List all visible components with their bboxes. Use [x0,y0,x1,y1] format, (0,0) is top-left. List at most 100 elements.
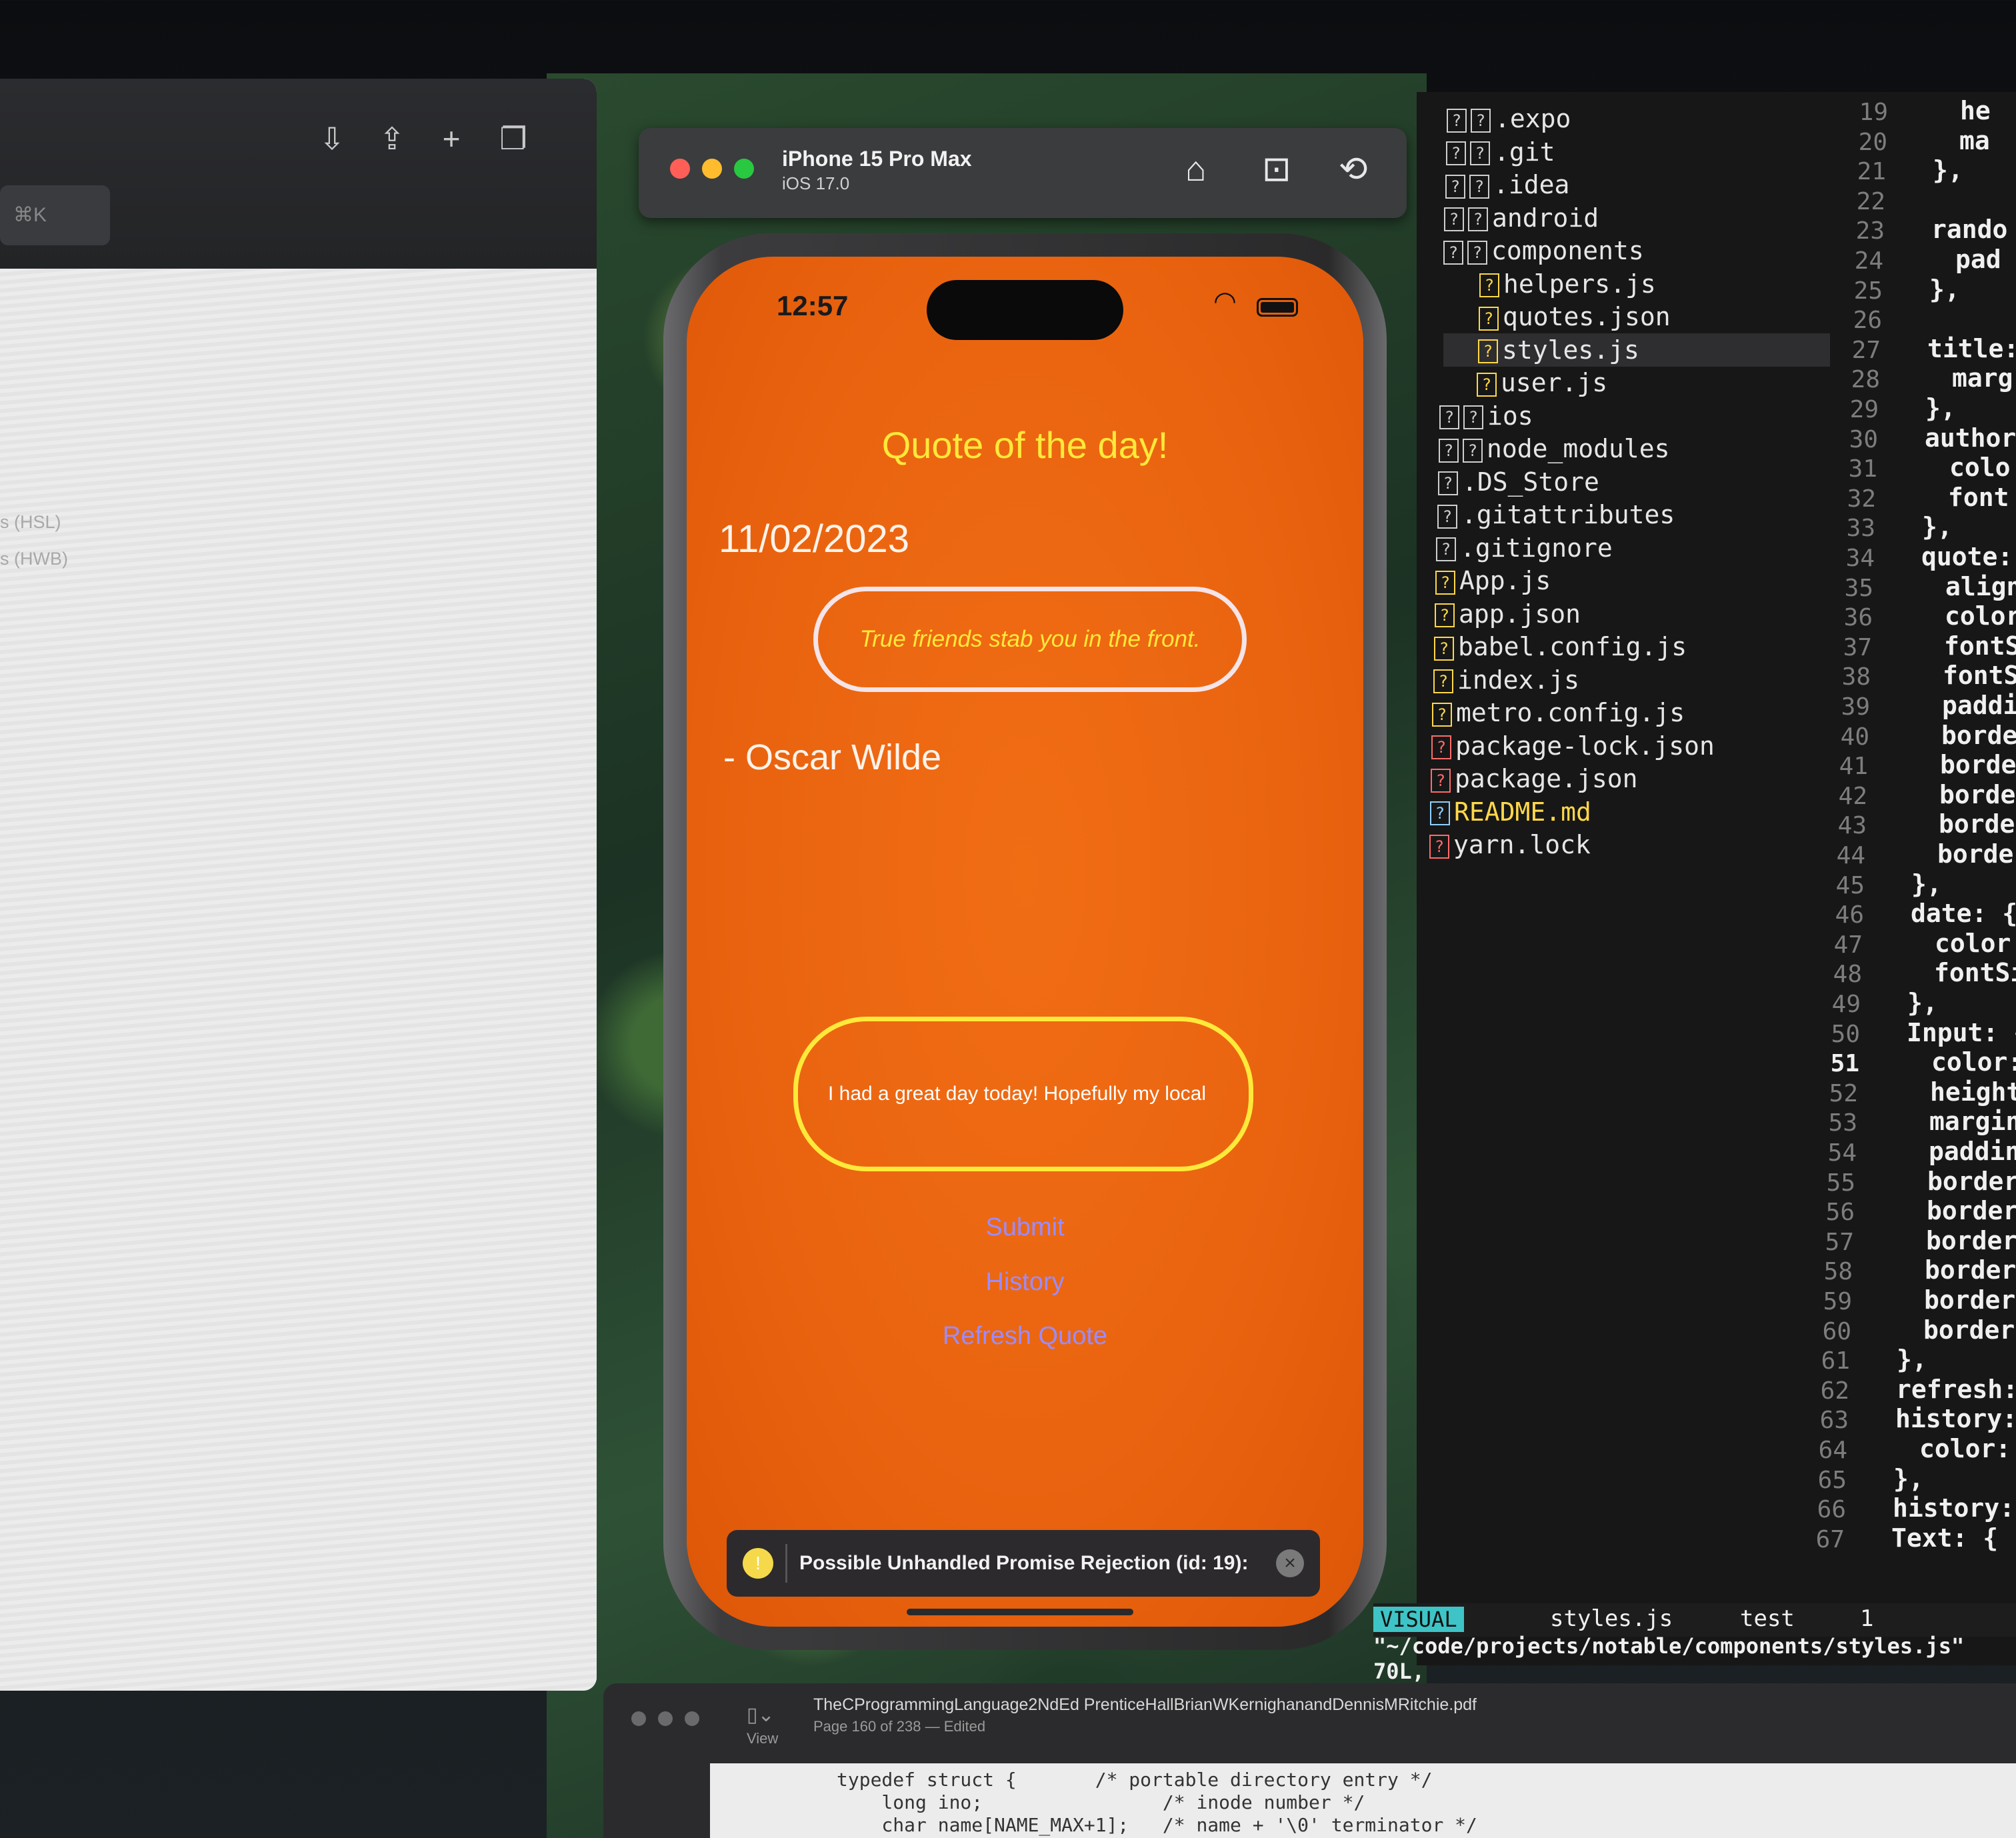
close-window-button[interactable] [670,159,690,179]
file-tree-item[interactable]: ?? components [1443,236,1644,265]
code-line[interactable]: borderl [1939,780,2016,809]
code-line[interactable]: fontSize [1934,958,2016,987]
code-line[interactable]: rando [1931,215,2007,244]
code-line[interactable]: borderColo [1924,1285,2016,1315]
zoom-window-button[interactable] [734,159,754,179]
code-line[interactable]: margin: 1 [1929,1107,2016,1136]
file-tree-item[interactable]: ? package-lock.json [1431,731,1715,761]
list-item[interactable]: s (HWB) [0,549,68,569]
code-line[interactable]: paddin [1942,691,2016,720]
code-line[interactable]: borderRig [1927,1196,2016,1225]
code-line[interactable]: history: { [1895,1404,2016,1433]
error-toast[interactable]: ! Possible Unhandled Promise Rejection (… [727,1530,1320,1597]
code-line[interactable]: }, [1897,1345,1927,1374]
share-icon[interactable]: ⇪ [372,119,412,159]
code-line[interactable]: height: 1 [1930,1077,2016,1107]
code-line[interactable]: borderLef [1927,1167,2016,1196]
code-line[interactable]: fontS [1944,631,2016,661]
code-line[interactable]: pad [1955,245,2001,274]
file-tree-item[interactable]: ? metro.config.js [1432,698,1685,727]
code-line[interactable]: color: "gre [1919,1434,2016,1463]
code-line[interactable]: colo [1949,453,2011,482]
code-line[interactable]: fontSt [1943,661,2016,690]
code-line[interactable]: he [1960,96,1991,125]
screenshot-icon[interactable]: ⊡ [1262,149,1291,189]
code-line[interactable]: font [1948,483,2009,512]
file-tree-item[interactable]: ?? .expo [1447,104,1571,133]
file-tree-item[interactable]: ? .gitattributes [1437,500,1675,529]
code-line[interactable]: }, [1907,988,1938,1017]
zoom-window-button[interactable] [685,1711,699,1726]
file-tree-item[interactable]: ?? node_modules [1439,434,1670,463]
code-line[interactable]: Text: { [1891,1523,1998,1553]
code-line[interactable]: refresh: {}, [1896,1375,2016,1404]
history-button[interactable]: History [687,1268,1363,1297]
file-tree-item[interactable]: ? yarn.lock [1429,830,1591,859]
shortcut-hint[interactable]: ⌘K [0,185,110,245]
close-icon[interactable]: × [1276,1549,1304,1577]
file-tree-item[interactable]: ? package.json [1431,764,1638,793]
buffer-tab[interactable]: 1 [1860,1605,1873,1632]
toast-message[interactable]: Possible Unhandled Promise Rejection (id… [799,1552,1276,1575]
home-indicator[interactable] [907,1609,1133,1615]
list-item[interactable]: s (HSL) [0,512,61,533]
refresh-quote-button[interactable]: Refresh Quote [687,1322,1363,1351]
file-tree-item[interactable]: ? App.js [1435,566,1551,595]
code-line[interactable]: borderR [1937,839,2016,869]
code-line[interactable]: color: " [1931,1047,2016,1077]
file-tree-item[interactable]: ?? android [1444,203,1599,233]
code-line[interactable]: }, [1933,155,1963,185]
file-tree-item[interactable]: ?? .git [1446,137,1555,167]
file-tree-item[interactable]: ? .DS_Store [1438,467,1599,497]
submit-button[interactable]: Submit [687,1213,1363,1242]
file-tree-item[interactable]: ?? ios [1439,401,1533,431]
minimize-window-button[interactable] [702,159,722,179]
file-tree-item[interactable]: ? README.md [1430,797,1591,827]
code-line[interactable]: border [1941,721,2016,750]
code-line[interactable]: }, [1922,512,1953,541]
home-icon[interactable]: ⌂ [1185,149,1206,189]
code-line[interactable]: marg [1952,363,2013,393]
code-line[interactable]: author [1925,423,2016,453]
minimize-window-button[interactable] [658,1711,673,1726]
sidebar-toggle-icon[interactable]: ▯⌄ [747,1703,775,1727]
code-line[interactable]: }, [1929,275,1960,304]
buffer-tab[interactable]: test [1740,1605,1795,1632]
tabs-icon[interactable]: ❐ [493,119,533,159]
view-label[interactable]: View [747,1730,778,1747]
code-line[interactable]: Input: { [1907,1018,2016,1047]
rotate-icon[interactable]: ⟲ [1339,149,1368,189]
journal-input[interactable]: I had a great day today! Hopefully my lo… [793,1017,1253,1171]
code-line[interactable]: color: ' [1935,929,2016,958]
download-icon[interactable]: ⇩ [312,119,352,159]
file-tree-item[interactable]: ? app.json [1435,599,1581,629]
code-line[interactable]: title: [1927,334,2016,363]
buffer-tab[interactable]: styles.js [1550,1605,1673,1632]
code-line[interactable]: color [1945,601,2016,631]
file-tree-item[interactable]: ? quotes.json [1479,302,1671,331]
code-line[interactable]: quote: [1921,542,2013,571]
file-tree-item[interactable]: ? user.js [1477,368,1607,397]
code-line[interactable]: }, [1911,869,1942,899]
code-line[interactable]: borderC [1939,809,2016,839]
file-tree-item[interactable]: ? .gitignore [1436,533,1613,563]
code-line[interactable]: borderWid [1926,1226,2016,1255]
close-window-button[interactable] [631,1711,646,1726]
file-tree-item[interactable]: ? babel.config.js [1434,632,1687,661]
journal-input-value[interactable]: I had a great day today! Hopefully my lo… [828,1083,1206,1105]
code-line[interactable]: }, [1893,1464,1924,1493]
file-tree-item[interactable]: ? helpers.js [1479,269,1656,299]
code-line[interactable]: history: {}, [1893,1493,2016,1523]
file-tree-item[interactable]: ? styles.js [1478,335,1639,365]
code-line[interactable]: date: { [1911,899,2016,928]
code-line[interactable]: borderl [1940,750,2016,779]
code-line[interactable]: }, [1925,393,1956,423]
code-line[interactable]: borderRadi [1923,1315,2016,1345]
code-line[interactable]: border: 2 [1925,1255,2016,1285]
code-line[interactable]: align [1945,572,2016,601]
code-line[interactable]: paddingLe [1929,1137,2016,1166]
code-line[interactable]: ma [1959,126,1990,155]
plus-icon[interactable]: + [431,119,471,159]
file-tree-item[interactable]: ?? .idea [1445,170,1569,199]
file-tree-item[interactable]: ? index.js [1433,665,1579,695]
